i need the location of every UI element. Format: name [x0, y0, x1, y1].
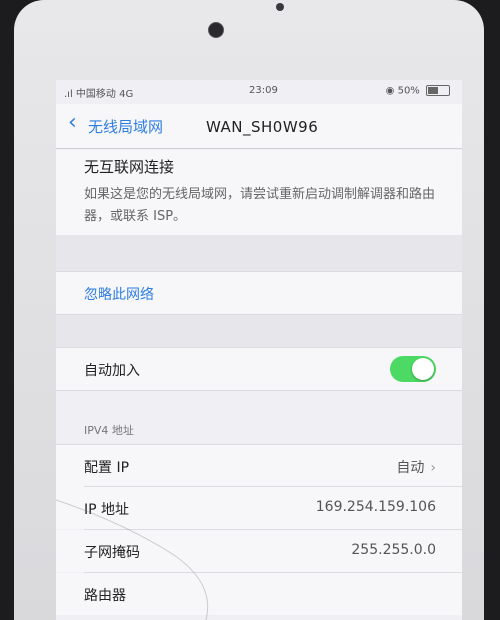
ipv4-section-header: IPV4 地址 [84, 424, 134, 437]
row-value: 自动 › [396, 460, 436, 476]
notice-title: 无互联网连接 [84, 158, 175, 176]
section-gap [56, 315, 462, 347]
router-row: 路由器 [56, 573, 462, 615]
auto-join-row: 自动加入 [56, 347, 462, 391]
row-label: 子网掩码 [84, 545, 140, 561]
forget-network-label: 忽略此网络 [84, 287, 154, 303]
no-internet-notice: 无互联网连接 如果这是您的无线局域网，请尝试重新启动调制解调器和路由器，或联系 … [56, 150, 462, 235]
front-camera [208, 22, 224, 38]
configure-ip-row[interactable]: 配置 IP 自动 › [56, 444, 462, 487]
row-value: 255.255.0.0 [351, 542, 436, 558]
battery-indicator: ◉ 50% [386, 85, 450, 97]
row-label: IP 地址 [84, 502, 130, 518]
section-gap [56, 235, 462, 271]
carrier-label: .ıl 中国移动 4G [64, 89, 134, 100]
back-button[interactable]: 无线局域网 [88, 116, 163, 137]
forget-network-button[interactable]: 忽略此网络 [56, 271, 462, 315]
battery-percent: 50% [397, 85, 420, 97]
row-label: 路由器 [84, 588, 126, 604]
auto-join-label: 自动加入 [84, 363, 140, 379]
row-value: 169.254.159.106 [315, 499, 436, 515]
phone-screen: .ıl 中国移动 4G 23:09 ◉ 50% ‹ 无线局域网 WAN_SH0W… [56, 80, 462, 620]
battery-fill [428, 87, 438, 94]
proximity-sensor [276, 3, 284, 11]
chevron-right-icon: › [430, 460, 436, 476]
battery-icon [426, 85, 450, 96]
status-bar: .ıl 中国移动 4G 23:09 ◉ 50% [56, 80, 462, 104]
chevron-left-icon[interactable]: ‹ [68, 112, 77, 134]
clock: 23:09 [249, 85, 278, 96]
notice-body: 如果这是您的无线局域网，请尝试重新启动调制解调器和路由器，或联系 ISP。 [84, 187, 436, 224]
page-title: WAN_SH0W96 [206, 118, 319, 136]
subnet-mask-row: 子网掩码 255.255.0.0 [56, 530, 462, 572]
auto-join-toggle[interactable] [390, 356, 436, 382]
navigation-bar: ‹ 无线局域网 WAN_SH0W96 [56, 104, 462, 149]
toggle-knob [412, 358, 434, 380]
row-label: 配置 IP [84, 460, 130, 476]
rotation-lock-icon: ◉ [385, 85, 395, 97]
ip-address-row: IP 地址 169.254.159.106 [56, 487, 462, 529]
